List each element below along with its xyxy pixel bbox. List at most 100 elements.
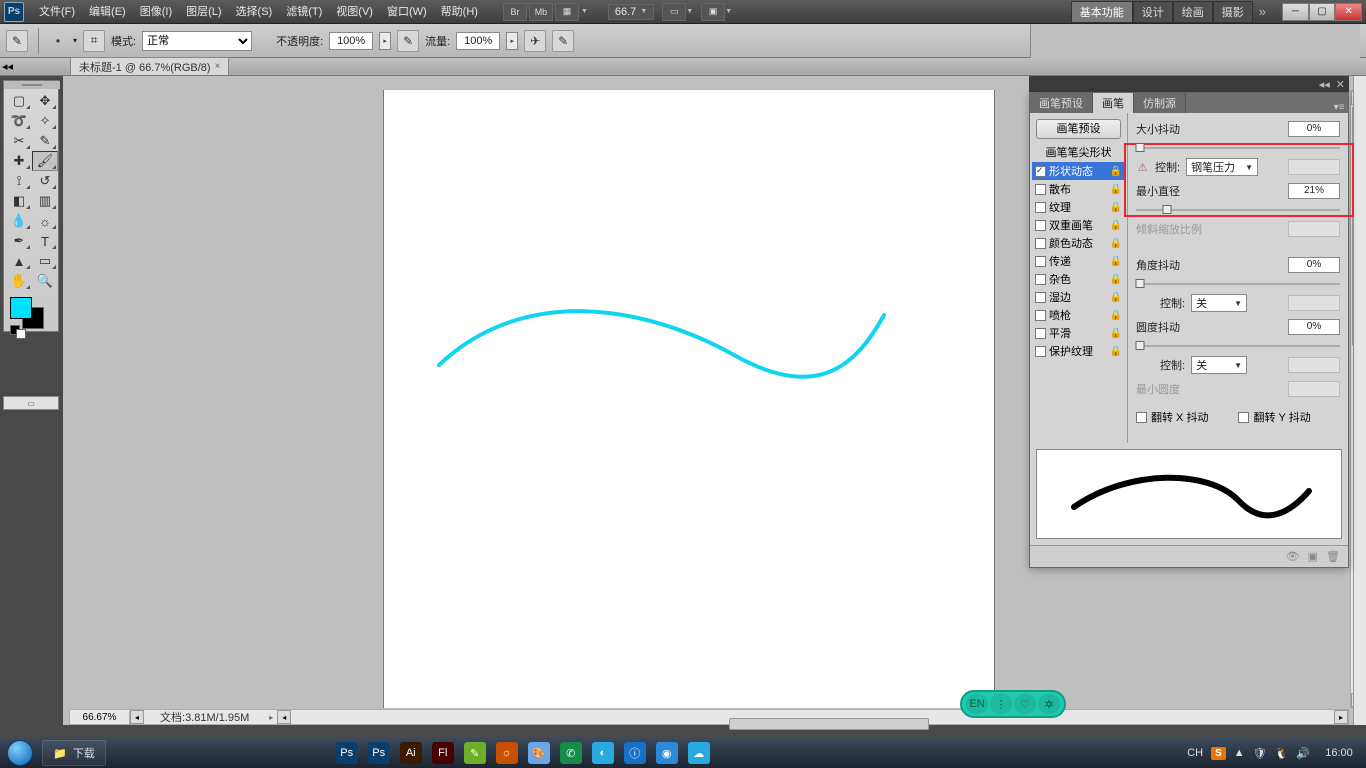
tool-history-brush[interactable]: ↺ xyxy=(32,171,58,191)
taskbar-app-8[interactable]: ◐ xyxy=(592,742,614,764)
h-scrollbar[interactable]: 66.67% ◂ 文档:3.81M/1.95M ▸ ◂ ▸ xyxy=(69,709,1349,725)
fab-heart-icon[interactable]: ♡ xyxy=(1014,694,1036,714)
min-diameter-field[interactable]: 21% xyxy=(1288,183,1340,199)
taskbar-app-7[interactable]: ✆ xyxy=(560,742,582,764)
brush-opt-dual[interactable]: 双重画笔🔒 xyxy=(1032,216,1125,234)
lock-icon[interactable]: 🔒 xyxy=(1110,220,1122,231)
opacity-arrow-icon[interactable]: ▸ xyxy=(379,32,391,50)
flip-y-checkbox[interactable]: 翻转 Y 抖动 xyxy=(1238,409,1310,425)
document-tab[interactable]: 未标题-1 @ 66.7%(RGB/8) × xyxy=(70,57,229,75)
tray-up-icon[interactable]: ▲ xyxy=(1234,747,1245,759)
taskbar-app-11[interactable]: ☁ xyxy=(688,742,710,764)
tray-security-icon[interactable]: 🛡 xyxy=(1253,747,1267,760)
lock-icon[interactable]: 🔒 xyxy=(1110,292,1122,303)
tray-clock[interactable]: 16:00 xyxy=(1318,747,1360,759)
fab-gear-icon[interactable]: ✲ xyxy=(1038,694,1060,714)
brush-opt-color[interactable]: 颜色动态🔒 xyxy=(1032,234,1125,252)
fab-menu-icon[interactable]: ⋮ xyxy=(990,694,1012,714)
menu-layer[interactable]: 图层(L) xyxy=(179,0,228,24)
checkbox-icon[interactable] xyxy=(1035,184,1046,195)
taskbar-app-3[interactable]: Fl xyxy=(432,742,454,764)
menu-view[interactable]: 视图(V) xyxy=(329,0,380,24)
menu-select[interactable]: 选择(S) xyxy=(229,0,280,24)
lock-icon[interactable]: 🔒 xyxy=(1110,238,1122,249)
menu-window[interactable]: 窗口(W) xyxy=(380,0,434,24)
checkbox-icon[interactable] xyxy=(1035,166,1046,177)
angle-jitter-field[interactable]: 0% xyxy=(1288,257,1340,273)
floating-toolbar[interactable]: EN ⋮ ♡ ✲ xyxy=(960,690,1066,718)
tool-crop[interactable]: ✂ xyxy=(6,131,32,151)
h-scroll-right-icon[interactable]: ▸ xyxy=(1334,710,1348,724)
delete-brush-icon[interactable]: 🗑 xyxy=(1326,550,1340,563)
maximize-button[interactable]: ▢ xyxy=(1309,3,1336,21)
min-diameter-slider[interactable] xyxy=(1136,205,1340,215)
lock-icon[interactable]: 🔒 xyxy=(1110,184,1122,195)
close-button[interactable]: ✕ xyxy=(1335,3,1362,21)
menu-image[interactable]: 图像(I) xyxy=(133,0,179,24)
chevron-down-icon[interactable]: ▼ xyxy=(581,8,588,15)
taskbar-app-5[interactable]: ☼ xyxy=(496,742,518,764)
tool-preset-icon[interactable]: ✎ xyxy=(6,30,28,52)
tool-heal[interactable]: ✚ xyxy=(6,151,32,171)
brush-opt-transfer[interactable]: 传递🔒 xyxy=(1032,252,1125,270)
tool-dodge[interactable]: ☼ xyxy=(32,211,58,231)
size-jitter-field[interactable]: 0% xyxy=(1288,121,1340,137)
lock-icon[interactable]: 🔒 xyxy=(1110,202,1122,213)
tool-wand[interactable]: ✧ xyxy=(32,111,58,131)
close-tab-icon[interactable]: × xyxy=(215,61,221,72)
tool-pen[interactable]: ✒ xyxy=(6,231,32,251)
checkbox-icon[interactable] xyxy=(1035,328,1046,339)
h-scroll-thumb[interactable] xyxy=(729,718,929,730)
start-button[interactable] xyxy=(0,738,40,768)
taskbar-app-6[interactable]: 🎨 xyxy=(528,742,550,764)
collapse-dock-icon[interactable]: ◂◂ xyxy=(2,60,13,73)
tool-hand[interactable]: ✋ xyxy=(6,271,32,291)
minimize-button[interactable]: ─ xyxy=(1282,3,1309,21)
tool-blur[interactable]: 💧 xyxy=(6,211,32,231)
tool-path-select[interactable]: ▲ xyxy=(6,251,32,271)
tray-ime[interactable]: CH xyxy=(1187,747,1203,759)
tray-volume-icon[interactable]: 🔊 xyxy=(1296,747,1310,760)
mode-select[interactable]: 正常 xyxy=(142,31,252,51)
checkbox-icon[interactable] xyxy=(1035,292,1046,303)
opacity-field[interactable]: 100% xyxy=(329,32,373,50)
brush-opt-protect[interactable]: 保护纹理🔒 xyxy=(1032,342,1125,360)
airbrush-icon[interactable]: ✈ xyxy=(524,30,546,52)
brush-opt-airbrush[interactable]: 喷枪🔒 xyxy=(1032,306,1125,324)
menu-filter[interactable]: 滤镜(T) xyxy=(279,0,329,24)
tool-eraser[interactable]: ◧ xyxy=(6,191,32,211)
foreground-color[interactable] xyxy=(10,297,32,319)
tool-marquee[interactable]: ▢ xyxy=(6,91,32,111)
tab-brush[interactable]: 画笔 xyxy=(1093,93,1134,113)
taskbar-app-1[interactable]: Ps xyxy=(368,742,390,764)
tool-gradient[interactable]: ▥ xyxy=(32,191,58,211)
screen-mode-icon[interactable]: ▭ xyxy=(662,3,686,21)
status-zoom[interactable]: 66.67% xyxy=(70,711,130,724)
minibridge-icon[interactable]: Mb xyxy=(529,3,553,21)
tool-move[interactable]: ✥ xyxy=(32,91,58,111)
workspace-design[interactable]: 设计 xyxy=(1133,1,1173,23)
round-jitter-slider[interactable] xyxy=(1136,341,1340,351)
brush-preview-icon[interactable]: • xyxy=(49,30,67,52)
taskbar-app-9[interactable]: ⓘ xyxy=(624,742,646,764)
taskbar-app-4[interactable]: ✎ xyxy=(464,742,486,764)
brush-opt-wet[interactable]: 湿边🔒 xyxy=(1032,288,1125,306)
round-control-select[interactable]: 关▼ xyxy=(1191,356,1247,374)
lock-icon[interactable]: 🔒 xyxy=(1110,346,1122,357)
angle-control-select[interactable]: 关▼ xyxy=(1191,294,1247,312)
taskbar-app-2[interactable]: Ai xyxy=(400,742,422,764)
menubar-zoom[interactable]: 66.7▼ xyxy=(608,4,654,20)
round-jitter-field[interactable]: 0% xyxy=(1288,319,1340,335)
tray-sogou-icon[interactable]: S xyxy=(1211,747,1226,760)
checkbox-icon[interactable] xyxy=(1035,238,1046,249)
checkbox-icon[interactable] xyxy=(1035,202,1046,213)
flow-field[interactable]: 100% xyxy=(456,32,500,50)
brush-opt-scatter[interactable]: 散布🔒 xyxy=(1032,180,1125,198)
checkbox-icon[interactable] xyxy=(1035,220,1046,231)
brush-presets-button[interactable]: 画笔预设 xyxy=(1036,119,1121,139)
menu-help[interactable]: 帮助(H) xyxy=(434,0,485,24)
brush-opt-texture[interactable]: 纹理🔒 xyxy=(1032,198,1125,216)
opacity-pressure-icon[interactable]: ✎ xyxy=(397,30,419,52)
lock-icon[interactable]: 🔒 xyxy=(1110,310,1122,321)
tray-app-icon[interactable]: 🐧 xyxy=(1275,747,1289,760)
